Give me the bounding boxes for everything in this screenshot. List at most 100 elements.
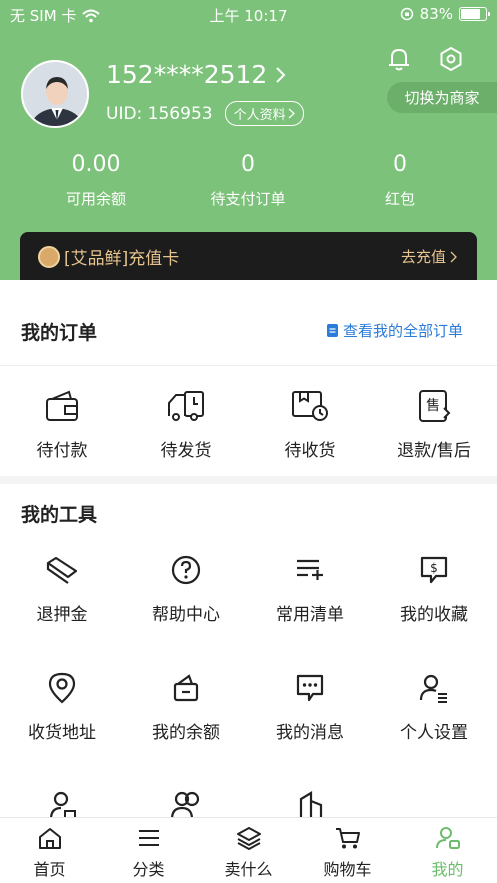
recharge-left: [艾品鲜]充值卡	[38, 244, 179, 269]
order-pending-shipment[interactable]: 待发货	[124, 388, 248, 461]
tool-label: 退押金	[36, 605, 88, 625]
tab-label: 卖什么	[224, 860, 273, 879]
recharge-card-banner[interactable]: [艾品鲜]充值卡 去充值	[20, 232, 477, 280]
svg-text:$: $	[430, 561, 438, 575]
status-right: 83%	[400, 5, 490, 23]
category-icon	[138, 830, 159, 846]
tool-label: 常用清单	[276, 605, 344, 625]
tab-label: 分类	[132, 860, 165, 879]
tab-mine[interactable]: 我的	[398, 826, 497, 880]
gear-icon[interactable]	[438, 46, 464, 72]
tools-section: 我的工具 退押金 帮助中心 常用清单 $ 我的收藏 收货地址 我的余额 我的消息…	[0, 484, 497, 819]
building-icon[interactable]	[296, 789, 326, 819]
location-icon	[48, 672, 76, 704]
coin-icon	[38, 245, 60, 268]
stat-label: 红包	[384, 190, 415, 208]
uid-label: UID: 156953	[106, 103, 213, 124]
divider	[0, 365, 497, 366]
orientation-lock-icon	[400, 7, 413, 21]
tool-label: 个人设置	[400, 723, 468, 743]
wallet-icon	[46, 390, 78, 421]
order-item-label: 待付款	[36, 441, 88, 461]
stat-value: 0	[393, 152, 407, 177]
stat-label: 可用余额	[65, 190, 126, 208]
switch-to-merchant-button[interactable]: 切换为商家	[387, 82, 497, 113]
tool-shipping-address[interactable]: 收货地址	[0, 670, 124, 743]
order-item-label: 退款/售后	[397, 441, 471, 461]
user-lock-icon[interactable]	[48, 789, 78, 819]
uid-row: UID: 156953 个人资料	[106, 101, 304, 126]
tool-my-messages[interactable]: 我的消息	[248, 670, 372, 743]
tool-label: 帮助中心	[152, 605, 220, 625]
order-pending-receipt[interactable]: 待收货	[248, 388, 372, 461]
tools-title: 我的工具	[21, 504, 98, 526]
tab-home[interactable]: 首页	[0, 826, 99, 880]
chevron-right-icon	[288, 108, 295, 119]
stat-label: 待支付订单	[210, 190, 286, 208]
avatar[interactable]	[21, 60, 89, 128]
chevron-right-icon	[276, 66, 286, 83]
truck-icon	[168, 391, 204, 421]
svg-text:售: 售	[426, 398, 440, 414]
battery-icon	[459, 7, 490, 21]
tool-common-list[interactable]: 常用清单	[248, 552, 372, 625]
tool-my-balance[interactable]: 我的余额	[124, 670, 248, 743]
bell-icon[interactable]	[386, 46, 412, 72]
tool-label: 我的收藏	[400, 605, 468, 625]
tab-label: 购物车	[323, 860, 372, 879]
tab-cart[interactable]: 购物车	[298, 826, 397, 880]
profile-header: 无 SIM 卡 上午 10:17 83% 152****2512 UID: 15…	[0, 0, 497, 280]
tool-label: 收货地址	[28, 723, 96, 743]
users-icon[interactable]	[170, 789, 204, 819]
avatar-image	[23, 62, 87, 126]
user-settings-icon	[419, 674, 447, 703]
stat-red-packet[interactable]: 0 红包	[338, 152, 462, 209]
battery-percent: 83%	[419, 5, 453, 23]
stat-value: 0.00	[71, 152, 121, 177]
help-icon	[171, 555, 201, 585]
receive-icon	[292, 391, 328, 421]
order-pending-payment[interactable]: 待付款	[0, 388, 124, 461]
tool-personal-settings[interactable]: 个人设置	[372, 670, 496, 743]
tab-category[interactable]: 分类	[99, 826, 198, 880]
recharge-label: [艾品鲜]充值卡	[64, 249, 180, 269]
recharge-action-label: 去充值	[400, 248, 446, 266]
layers-icon	[236, 827, 261, 851]
orders-section: 我的订单 查看我的全部订单 待付款 待发货 待收货 售 退款/售后	[0, 280, 497, 476]
cart-icon	[335, 828, 360, 849]
tool-help-center[interactable]: 帮助中心	[124, 552, 248, 625]
orders-title: 我的订单	[21, 322, 98, 344]
order-item-label: 待发货	[160, 441, 212, 461]
profile-chip-label: 个人资料	[233, 108, 286, 123]
tab-label: 首页	[33, 860, 66, 879]
profile-chip-button[interactable]: 个人资料	[224, 101, 304, 126]
username-row[interactable]: 152****2512	[106, 60, 287, 89]
favorite-icon: $	[420, 556, 448, 584]
chevron-right-icon	[450, 251, 457, 262]
stat-value: 0	[241, 152, 255, 177]
home-icon	[38, 828, 61, 849]
view-all-orders-label: 查看我的全部订单	[342, 322, 463, 340]
view-all-orders-link[interactable]: 查看我的全部订单	[326, 320, 463, 341]
tool-label: 我的余额	[152, 723, 220, 743]
order-after-sale[interactable]: 售 退款/售后	[372, 388, 496, 461]
recharge-go-button[interactable]: 去充值	[401, 246, 457, 267]
order-item-label: 待收货	[284, 441, 336, 461]
username: 152****2512	[106, 60, 268, 89]
tool-label: 我的消息	[276, 723, 344, 743]
stat-unpaid-orders[interactable]: 0 待支付订单	[186, 152, 310, 209]
tab-label: 我的	[431, 860, 464, 879]
bottom-tab-bar: 首页 分类 卖什么 购物车 我的	[0, 817, 497, 883]
message-icon	[296, 674, 324, 702]
after-sale-icon: 售	[419, 390, 451, 422]
profile-icon	[435, 827, 460, 849]
deposit-icon	[46, 556, 78, 584]
status-bar: 无 SIM 卡 上午 10:17 83%	[0, 0, 497, 28]
tab-sell-what[interactable]: 卖什么	[199, 826, 298, 880]
stat-balance[interactable]: 0.00 可用余额	[34, 152, 158, 209]
list-icon	[297, 559, 323, 580]
document-icon	[326, 324, 338, 337]
tool-favorites[interactable]: $ 我的收藏	[372, 552, 496, 625]
tool-refund-deposit[interactable]: 退押金	[0, 552, 124, 625]
balance-icon	[173, 674, 199, 702]
